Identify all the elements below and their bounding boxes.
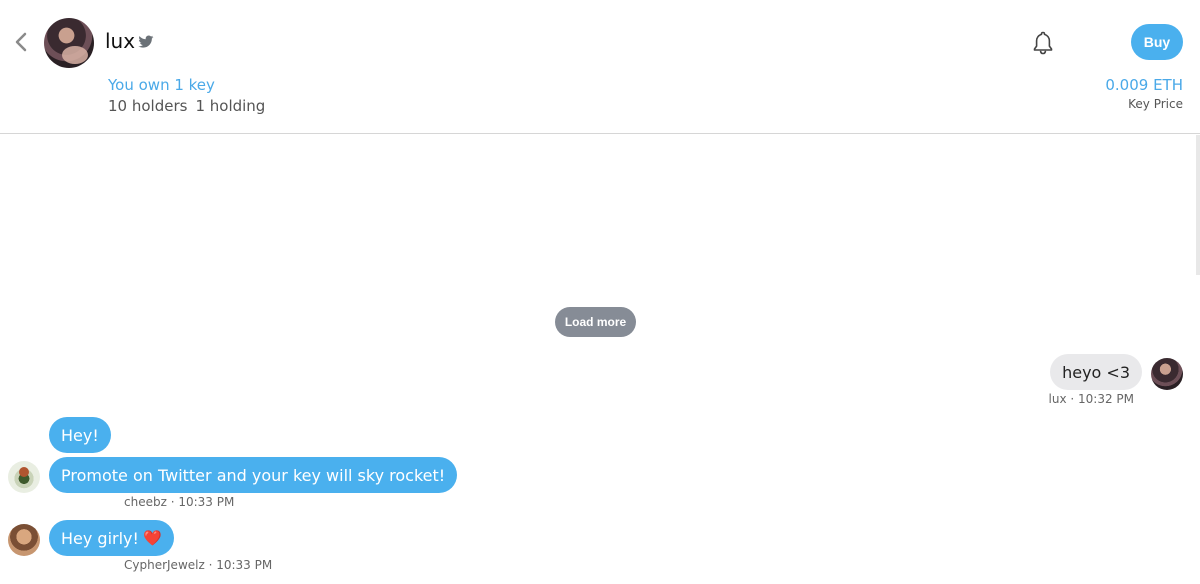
profile-name[interactable]: lux <box>105 29 135 53</box>
message-meta: cheebz · 10:33 PM <box>124 495 235 509</box>
twitter-bird-icon[interactable] <box>138 35 154 49</box>
holders-count[interactable]: 10 holders <box>108 97 187 115</box>
chat-app: lux You own 1 key 10 holders 1 holding B… <box>0 0 1200 584</box>
scrollbar[interactable] <box>1196 135 1200 275</box>
own-key-status: You own 1 key <box>108 76 215 94</box>
message-meta: CypherJewelz · 10:33 PM <box>124 558 273 572</box>
heart-emoji: ❤️ <box>142 529 162 547</box>
message-text: Hey girly! <box>61 528 139 548</box>
message-list[interactable]: Load more heyo <3 lux · 10:32 PM Hey! Pr… <box>0 135 1200 584</box>
avatar-lux[interactable] <box>1151 358 1183 390</box>
message-bubble-incoming[interactable]: Promote on Twitter and your key will sky… <box>49 457 458 493</box>
message-bubble-incoming[interactable]: Hey girly! ❤️ <box>49 520 174 556</box>
profile-avatar[interactable] <box>44 18 94 68</box>
load-more-button[interactable]: Load more <box>555 307 636 337</box>
avatar-cypherjewelz[interactable] <box>8 524 40 556</box>
holding-count[interactable]: 1 holding <box>195 97 265 115</box>
chat-header: lux You own 1 key 10 holders 1 holding B… <box>0 0 1200 134</box>
buy-button[interactable]: Buy <box>1131 24 1183 60</box>
bell-icon[interactable] <box>1031 30 1055 56</box>
message-meta: lux · 10:32 PM <box>1048 392 1134 406</box>
holders-info: 10 holders 1 holding <box>108 97 265 115</box>
avatar-cheebz[interactable] <box>8 461 40 493</box>
message-bubble-incoming[interactable]: Hey! <box>49 417 111 453</box>
message-bubble-outgoing[interactable]: heyo <3 <box>1050 354 1142 390</box>
key-price-label: Key Price <box>1128 97 1183 111</box>
back-chevron-icon <box>15 32 27 52</box>
key-price-value: 0.009 ETH <box>1105 76 1183 94</box>
back-button[interactable] <box>10 30 32 54</box>
